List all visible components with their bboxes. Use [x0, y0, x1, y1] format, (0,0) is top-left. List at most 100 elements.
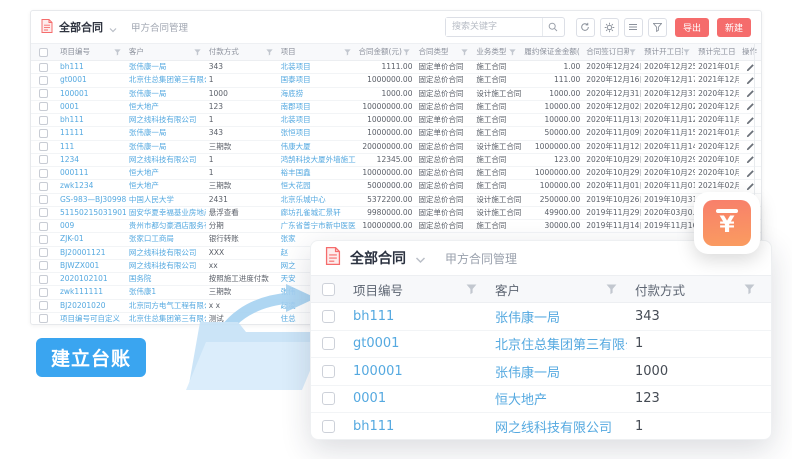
- cell[interactable]: 0001: [57, 101, 126, 113]
- cell[interactable]: 恒大地产: [126, 180, 206, 192]
- cell[interactable]: 鸿鹄科技大厦外墙施工项目: [278, 154, 356, 166]
- filter-icon[interactable]: [648, 18, 667, 37]
- cell[interactable]: 111: [57, 141, 126, 153]
- cell[interactable]: 贵州市都匀豪酒店服务有…: [126, 220, 206, 232]
- cell[interactable]: 1234: [57, 154, 126, 166]
- column-header[interactable]: 客户: [126, 46, 206, 58]
- cell[interactable]: zwk1234: [57, 180, 126, 192]
- cell[interactable]: 恒大地产: [487, 389, 627, 408]
- cell[interactable]: 0001: [345, 391, 487, 406]
- column-header[interactable]: 操作: [739, 46, 761, 58]
- cell[interactable]: zwk111111: [57, 286, 126, 298]
- row-checkbox[interactable]: [322, 392, 335, 405]
- cell[interactable]: gt0001: [57, 74, 126, 86]
- filter-icon[interactable]: [461, 49, 470, 56]
- row-checkbox[interactable]: [39, 76, 48, 85]
- cell[interactable]: 恒大花园: [278, 180, 356, 192]
- row-checkbox[interactable]: [39, 142, 48, 151]
- row-checkbox[interactable]: [322, 420, 335, 433]
- cell[interactable]: BJWZX001: [57, 260, 126, 272]
- cell[interactable]: bh111: [57, 114, 126, 126]
- column-header[interactable]: 项目: [278, 46, 356, 58]
- cell[interactable]: 网之线科技有限公司: [487, 417, 627, 436]
- cell[interactable]: bh111: [345, 309, 487, 324]
- row-checkbox[interactable]: [39, 89, 48, 98]
- cell[interactable]: 张伟康一局: [126, 127, 206, 139]
- cell[interactable]: 000111: [57, 167, 126, 179]
- column-header[interactable]: 付款方式: [627, 280, 765, 299]
- cell[interactable]: 广东省普宁市新中医医院…: [278, 220, 356, 232]
- row-checkbox[interactable]: [39, 208, 48, 217]
- chevron-down-icon[interactable]: [415, 249, 426, 268]
- cell[interactable]: 北京住总集团第三有限公司: [126, 74, 206, 86]
- column-header[interactable]: 项目编号: [345, 280, 487, 299]
- row-checkbox[interactable]: [39, 288, 48, 297]
- cell[interactable]: 张伟康一局: [126, 88, 206, 100]
- cell[interactable]: 裕丰国鑫: [278, 167, 356, 179]
- row-checkbox[interactable]: [39, 116, 48, 125]
- cell[interactable]: BJ20201020: [57, 300, 126, 312]
- cell[interactable]: 北装项目: [278, 114, 356, 126]
- row-checkbox[interactable]: [322, 310, 335, 323]
- cell[interactable]: 张伟康一局: [487, 307, 627, 326]
- filter-icon[interactable]: [194, 49, 203, 56]
- cell[interactable]: 2020102101: [57, 273, 126, 285]
- row-checkbox[interactable]: [39, 261, 48, 270]
- cell[interactable]: 网之线科技有限公司: [126, 247, 206, 259]
- filter-icon[interactable]: [683, 49, 692, 56]
- column-header[interactable]: 合同签订日期: [583, 46, 641, 58]
- filter-icon[interactable]: [466, 284, 479, 295]
- cell[interactable]: 11111: [57, 127, 126, 139]
- cell[interactable]: 009: [57, 220, 126, 232]
- cell[interactable]: 中国人民大学: [126, 194, 206, 206]
- row-checkbox[interactable]: [39, 169, 48, 178]
- row-checkbox[interactable]: [39, 195, 48, 204]
- chevron-down-icon[interactable]: [109, 18, 117, 37]
- cell[interactable]: 网之线科技有限公司: [126, 154, 206, 166]
- filter-icon[interactable]: [114, 49, 123, 56]
- cell[interactable]: 100001: [345, 364, 487, 379]
- gear-icon[interactable]: [600, 18, 619, 37]
- create-ledger-label[interactable]: 建立台账: [36, 338, 146, 377]
- cell[interactable]: 恒大地产: [126, 101, 206, 113]
- row-checkbox[interactable]: [322, 365, 335, 378]
- cell[interactable]: 北装项目: [278, 61, 356, 73]
- row-checkbox[interactable]: [39, 314, 48, 323]
- cell[interactable]: 南郡项目: [278, 101, 356, 113]
- column-header[interactable]: 项目编号: [57, 46, 126, 58]
- column-header[interactable]: 履约保证金金额(元): [521, 46, 583, 58]
- filter-icon[interactable]: [744, 284, 757, 295]
- cell[interactable]: GS-983—BJ30998: [57, 194, 126, 206]
- column-header[interactable]: 业务类型: [473, 46, 521, 58]
- cell[interactable]: 廊坊孔雀城汇景轩: [278, 207, 356, 219]
- cell[interactable]: 北京乐城中心: [278, 194, 356, 206]
- filter-icon[interactable]: [266, 49, 275, 56]
- cell[interactable]: 张恒项目: [278, 127, 356, 139]
- row-checkbox[interactable]: [322, 337, 335, 350]
- row-checkbox[interactable]: [39, 102, 48, 111]
- select-all-checkbox[interactable]: [322, 283, 335, 296]
- cell[interactable]: gt0001: [345, 336, 487, 351]
- row-checkbox[interactable]: [39, 301, 48, 310]
- search-icon[interactable]: [542, 18, 564, 36]
- row-checkbox[interactable]: [39, 129, 48, 138]
- create-button[interactable]: 新建: [717, 18, 751, 37]
- export-button[interactable]: 导出: [675, 18, 709, 37]
- refresh-icon[interactable]: [576, 18, 595, 37]
- filter-icon[interactable]: [629, 49, 638, 56]
- cell[interactable]: 国泰项目: [278, 74, 356, 86]
- cell[interactable]: 张伟康一局: [126, 61, 206, 73]
- column-header[interactable]: 预计完工日期: [695, 46, 739, 58]
- cell[interactable]: 固安华夏幸福基业房地产…: [126, 207, 206, 219]
- column-header[interactable]: 预计开工日期: [641, 46, 695, 58]
- column-header[interactable]: 合同金额(元): [356, 46, 416, 58]
- filter-icon[interactable]: [344, 49, 353, 56]
- row-checkbox[interactable]: [39, 222, 48, 231]
- column-header[interactable]: 客户: [487, 280, 627, 299]
- cell[interactable]: 伟康大厦: [278, 141, 356, 153]
- filter-icon[interactable]: [606, 284, 619, 295]
- filter-icon[interactable]: [403, 49, 412, 56]
- row-checkbox[interactable]: [39, 155, 48, 164]
- cell[interactable]: 张家口工商局: [126, 233, 206, 245]
- row-checkbox[interactable]: [39, 182, 48, 191]
